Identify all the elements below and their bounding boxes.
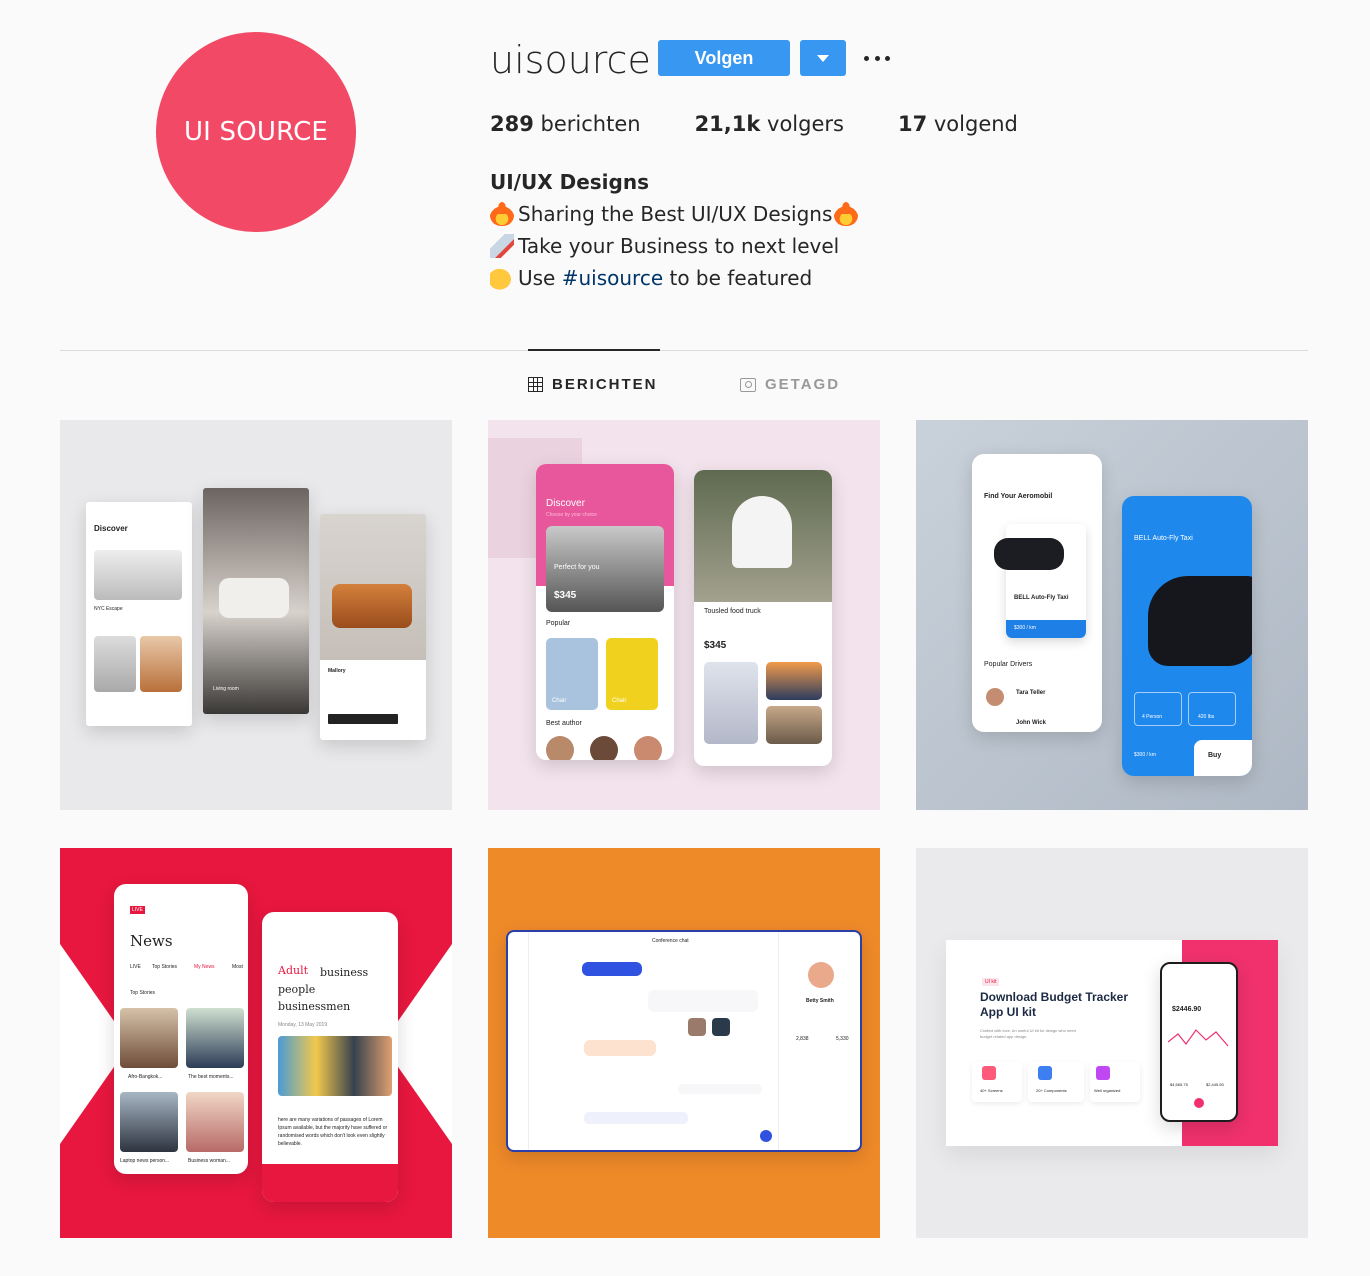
chat-bubble — [582, 962, 642, 976]
gallery-image — [766, 706, 822, 744]
bio-name: UI/UX Designs — [490, 170, 649, 194]
send-button — [760, 1130, 772, 1142]
grid-icon — [528, 377, 543, 392]
phone-screen: Tousled food truck $345 — [694, 470, 832, 766]
screens-icon — [982, 1066, 996, 1080]
post-thumbnail[interactable]: Find Your Aeromobil BELL Auto-Fly Taxi $… — [916, 420, 1308, 810]
news-image — [186, 1008, 244, 1068]
rocket-icon — [490, 234, 514, 258]
article-image — [278, 1036, 392, 1096]
fire-icon — [490, 202, 514, 226]
post-thumbnail[interactable]: UI kit Download Budget Tracker App UI ki… — [916, 848, 1308, 1238]
bottom-nav — [262, 1164, 398, 1202]
phone-screen: LIVE News LIVE Top Stories My News Most … — [114, 884, 248, 1174]
post-thumbnail[interactable]: Discover Choose by your choice Perfect f… — [488, 420, 880, 810]
desktop-screen: Conference chat Betty Smith 2,838 5,330 — [506, 930, 862, 1152]
chat-bubble — [678, 1084, 762, 1094]
phone-screen: BELL Auto-Fly Taxi 4 Person 420 lbs $300… — [1122, 496, 1252, 776]
gallery-image — [766, 662, 822, 700]
bio-line-3: Use #uisource to be featured — [490, 262, 862, 294]
feature-card — [1028, 1062, 1084, 1102]
tab-posts[interactable]: BERICHTEN — [528, 376, 658, 393]
chat-bubble — [584, 1112, 688, 1124]
phone-screen: Mallory — [320, 514, 426, 740]
taxi-image — [994, 538, 1064, 570]
hashtag-link[interactable]: #uisource — [562, 262, 663, 294]
balance-chart — [1168, 1029, 1229, 1047]
active-tab-indicator — [528, 349, 660, 351]
tabs-divider — [60, 350, 1308, 351]
post-thumbnail[interactable]: Conference chat Betty Smith 2,838 5,330 — [488, 848, 880, 1238]
armchair-image — [332, 584, 412, 628]
tab-tagged[interactable]: GETAGD — [740, 376, 840, 393]
white-chair — [732, 496, 792, 568]
taxi-image — [1148, 576, 1252, 666]
add-button — [1194, 1098, 1204, 1108]
stat-posts: 289 berichten — [490, 112, 641, 136]
news-image — [120, 1008, 178, 1068]
profile-avatar[interactable]: UI SOURCE — [156, 32, 356, 232]
profile-username: uisource — [490, 38, 651, 82]
phone-screen: Discover Choose by your choice Perfect f… — [536, 464, 674, 760]
photo-thumb — [712, 1018, 730, 1036]
capacity-box — [1134, 692, 1182, 726]
post-thumbnail[interactable]: Discover NYC Escape Living room Mallory — [60, 420, 452, 810]
phone-screen: Living room — [203, 488, 309, 714]
phone-screen: Discover NYC Escape — [86, 502, 192, 726]
weight-box — [1188, 692, 1236, 726]
phone-screen: $2446.90 $4,565.75 $2,445.50 — [1160, 962, 1238, 1122]
components-icon — [1038, 1066, 1052, 1080]
avatar — [590, 736, 618, 760]
organized-icon — [1096, 1066, 1110, 1080]
sofa-image — [94, 550, 182, 600]
chevron-down-icon — [817, 54, 829, 62]
follow-button[interactable]: Volgen — [658, 40, 790, 76]
suggestions-dropdown-button[interactable] — [800, 40, 846, 76]
buy-button — [1194, 740, 1252, 776]
bio-line-1: Sharing the Best UI/UX Designs — [490, 198, 862, 230]
avatar — [546, 736, 574, 760]
chair-image — [140, 636, 182, 692]
stat-following[interactable]: 17 volgend — [898, 112, 1018, 136]
phone-screen: Find Your Aeromobil BELL Auto-Fly Taxi $… — [972, 454, 1102, 732]
profile-bio: UI/UX Designs Sharing the Best UI/UX Des… — [490, 166, 862, 294]
feature-card — [972, 1062, 1022, 1102]
contact-avatar — [808, 962, 834, 988]
more-options-icon[interactable] — [864, 46, 890, 70]
profile-stats: 289 berichten 21,1k volgers 17 volgend — [490, 112, 1018, 136]
pointing-hand-icon — [490, 266, 514, 290]
bio-line-2: Take your Business to next level — [490, 230, 862, 262]
voice-message — [584, 1040, 656, 1056]
tagged-icon — [740, 377, 756, 392]
post-thumbnail[interactable]: LIVE News LIVE Top Stories My News Most … — [60, 848, 452, 1238]
avatar-text: UI SOURCE — [183, 117, 329, 147]
news-image — [120, 1092, 178, 1152]
avatar — [986, 688, 1004, 706]
sofa-image — [219, 578, 289, 618]
phone-screen: Adult business people businessmen Monday… — [262, 912, 398, 1202]
chair-image — [94, 636, 136, 692]
sidebar-divider — [528, 932, 529, 1150]
fire-icon — [834, 202, 859, 226]
chat-bubble — [648, 990, 758, 1012]
news-image — [186, 1092, 244, 1152]
panel-divider — [778, 932, 779, 1150]
add-to-cart-button — [328, 714, 398, 724]
photo-thumb — [688, 1018, 706, 1036]
stat-followers[interactable]: 21,1k volgers — [695, 112, 844, 136]
gallery-image — [704, 662, 758, 744]
avatar — [634, 736, 662, 760]
